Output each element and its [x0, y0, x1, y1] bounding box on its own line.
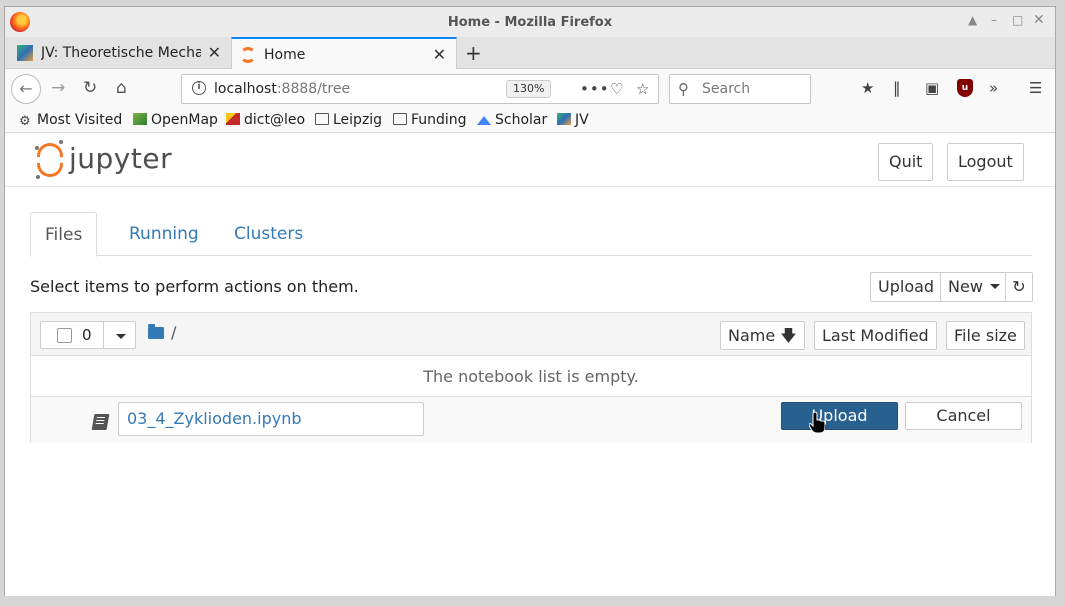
tab-files[interactable]: Files	[30, 212, 98, 257]
notebook-icon	[91, 414, 110, 430]
selection-dropdown[interactable]	[104, 321, 136, 349]
tab-close-icon[interactable]: ✕	[208, 43, 221, 62]
sort-by-name-button[interactable]: Name 🡇	[720, 321, 805, 350]
page-actions-icon[interactable]: •••	[580, 80, 610, 98]
upload-row: 03_4_Zyklioden.ipynb Upload Cancel	[31, 397, 1031, 443]
folder-icon	[315, 113, 329, 125]
browser-window: Home - Mozilla Firefox ▲ – □ ✕ JV: Theor…	[4, 6, 1056, 596]
url-bar[interactable]: i localhost:8888/tree 130% ••• ♡ ☆	[181, 74, 659, 104]
select-all-checkbox[interactable]	[57, 328, 72, 343]
map-icon	[133, 113, 147, 125]
hand-cursor-icon	[809, 411, 825, 433]
empty-list-message: The notebook list is empty.	[31, 357, 1031, 397]
pocket-icon[interactable]: ♡	[610, 80, 623, 98]
navigation-toolbar: ← → ↻ ⌂ i localhost:8888/tree 130% ••• ♡…	[5, 69, 1055, 109]
jupyter-page: jupyter Quit Logout Files Running Cluste…	[5, 134, 1055, 596]
window-minimize-icon[interactable]: –	[991, 13, 997, 27]
jv-favicon-icon	[17, 45, 33, 61]
window-close-icon[interactable]: ✕	[1033, 12, 1045, 28]
sort-by-modified-button[interactable]: Last Modified	[814, 321, 937, 350]
caret-down-icon	[116, 334, 126, 339]
title-bar: Home - Mozilla Firefox ▲ – □ ✕	[5, 7, 1055, 37]
browser-tab-jv[interactable]: JV: Theoretische Mechanik ✕	[9, 37, 231, 69]
arrow-down-icon: 🡇	[780, 326, 797, 345]
bookmark-most-visited[interactable]: ⚙ Most Visited	[19, 112, 122, 129]
logout-button[interactable]: Logout	[947, 143, 1024, 181]
bookmark-dict-leo[interactable]: dict@leo	[226, 112, 305, 128]
bookmark-scholar[interactable]: Scholar	[477, 112, 547, 128]
selection-hint: Select items to perform actions on them.	[30, 277, 359, 296]
jupyter-logo-text[interactable]: jupyter	[69, 142, 172, 175]
bookmark-jv[interactable]: JV	[557, 112, 589, 128]
site-info-icon[interactable]: i	[192, 81, 206, 95]
sidebar-icon[interactable]: ▣	[925, 79, 939, 97]
zoom-indicator[interactable]: 130%	[506, 80, 552, 98]
bookmark-star-icon[interactable]: ☆	[636, 80, 649, 98]
search-icon: ⚲	[678, 80, 689, 98]
jupyter-header: jupyter Quit Logout	[5, 134, 1055, 187]
folder-icon	[393, 113, 407, 125]
tab-label: Home	[264, 47, 306, 63]
sort-by-size-button[interactable]: File size	[946, 321, 1025, 350]
refresh-list-icon[interactable]: ↻	[1005, 272, 1033, 302]
scholar-icon	[477, 116, 491, 125]
leo-icon	[226, 113, 240, 125]
url-text[interactable]: localhost:8888/tree	[214, 81, 350, 97]
overflow-menu-icon[interactable]: »	[989, 79, 998, 97]
tab-clusters[interactable]: Clusters	[220, 212, 317, 256]
window-keep-above-icon[interactable]: ▲	[968, 13, 977, 27]
jv-icon	[557, 113, 571, 125]
forward-button-icon[interactable]: →	[51, 78, 65, 98]
folder-icon[interactable]	[148, 324, 164, 339]
notebook-list: 0 / Name 🡇 Last Modified File size The n…	[30, 312, 1032, 443]
search-bar[interactable]: ⚲ Search	[669, 74, 811, 104]
search-placeholder: Search	[702, 81, 751, 97]
tab-running[interactable]: Running	[115, 212, 213, 256]
gear-icon: ⚙	[19, 114, 31, 129]
upload-files-button[interactable]: Upload	[870, 272, 943, 302]
jupyter-tabs: Files Running Clusters	[30, 212, 1032, 257]
reload-icon[interactable]: ↻	[83, 78, 97, 98]
home-icon[interactable]: ⌂	[116, 78, 127, 98]
ublock-origin-icon[interactable]: u	[957, 79, 973, 97]
caret-down-icon	[990, 284, 1000, 289]
tab-close-icon[interactable]: ✕	[433, 45, 446, 64]
downloads-star-icon[interactable]: ★	[861, 79, 874, 97]
upload-filename-input[interactable]: 03_4_Zyklioden.ipynb	[118, 402, 424, 436]
tab-strip: JV: Theoretische Mechanik ✕ Home ✕ +	[5, 37, 1055, 69]
window-title: Home - Mozilla Firefox	[447, 15, 613, 30]
selected-count: 0	[82, 326, 92, 344]
library-icon[interactable]: ‖	[893, 79, 901, 97]
select-all-box[interactable]: 0	[40, 321, 104, 349]
breadcrumb[interactable]: /	[171, 323, 176, 342]
new-tab-icon[interactable]: +	[465, 41, 482, 65]
notebook-list-header: 0 / Name 🡇 Last Modified File size	[31, 313, 1031, 356]
jupyter-logo-icon[interactable]	[35, 140, 63, 179]
bookmarks-toolbar: ⚙ Most Visited OpenMap dict@leo Leipzig F…	[5, 109, 1055, 133]
window-maximize-icon[interactable]: □	[1012, 13, 1023, 27]
new-dropdown-button[interactable]: New	[940, 272, 1008, 302]
bookmark-folder-funding[interactable]: Funding	[393, 112, 467, 128]
bookmark-openmap[interactable]: OpenMap	[133, 112, 218, 128]
quit-button[interactable]: Quit	[878, 143, 934, 181]
jupyter-favicon-icon	[240, 47, 256, 63]
tab-label: JV: Theoretische Mechanik	[41, 45, 201, 61]
back-button-icon[interactable]: ←	[11, 74, 41, 104]
browser-tab-home[interactable]: Home ✕	[231, 37, 457, 69]
bookmark-folder-leipzig[interactable]: Leipzig	[315, 112, 382, 128]
confirm-upload-button[interactable]: Upload	[781, 402, 898, 430]
cancel-upload-button[interactable]: Cancel	[905, 402, 1022, 430]
hamburger-menu-icon[interactable]: ☰	[1029, 79, 1042, 97]
